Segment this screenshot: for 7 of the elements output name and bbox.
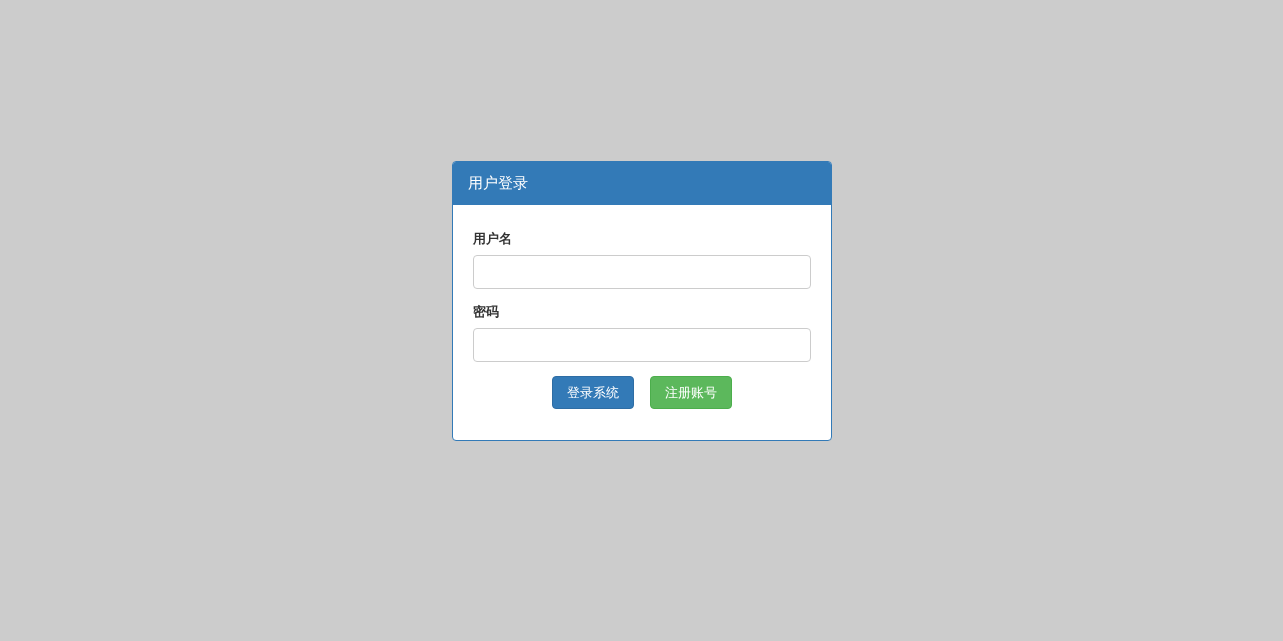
field-label: 用户名 xyxy=(472,230,512,248)
panel-title: 用户登录 xyxy=(452,162,831,205)
register-button[interactable]: 注册账号 xyxy=(649,376,732,409)
login-button[interactable]: 登录系统 xyxy=(551,376,634,409)
field-label: 密码 xyxy=(472,303,499,321)
username-field[interactable] xyxy=(472,255,811,289)
password-field[interactable] xyxy=(472,328,811,362)
